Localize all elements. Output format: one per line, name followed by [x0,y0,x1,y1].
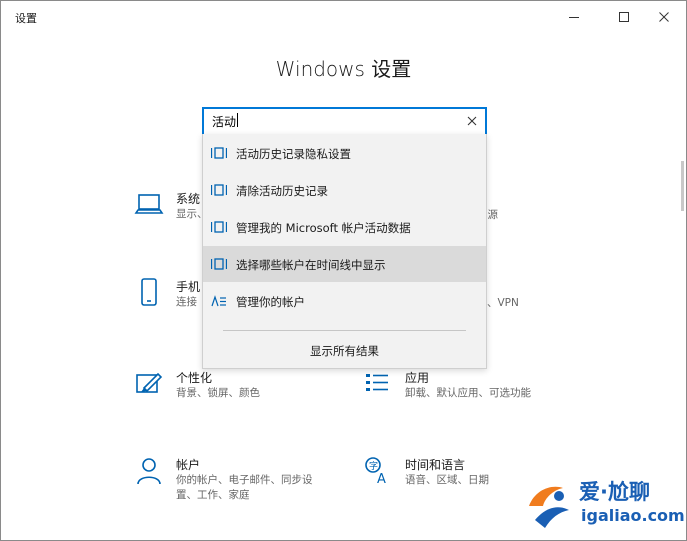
text-caret [237,113,238,127]
person-list-icon [211,295,226,307]
suggestion-item[interactable]: 管理你的帐户 [203,283,486,319]
suggestion-label: 活动历史记录隐私设置 [236,147,351,161]
watermark-logo: 爱·尬聊 igaliao.com [521,474,685,534]
timeline-icon [211,258,227,270]
category-desc: 你的帐户、电子邮件、同步设 [176,474,313,486]
show-all-results-link[interactable]: 显示所有结果 [203,343,486,359]
timeline-icon [211,147,227,159]
category-title: 时间和语言 [405,458,466,472]
minimize-button[interactable] [551,1,597,33]
paint-brush-icon [136,372,163,393]
close-icon [659,12,669,22]
search-box[interactable]: 活动 [202,107,487,136]
search-suggestions: 活动历史记录隐私设置 清除活动历史记录 管理我的 Microsoft 帐户活动数… [202,134,487,369]
category-desc: 连接 [176,296,197,308]
suggestion-item[interactable]: 活动历史记录隐私设置 [203,135,486,171]
category-title: 手机 [176,280,201,294]
watermark-url: igaliao.com [581,506,685,525]
timeline-icon [211,221,227,233]
category-title: 应用 [405,371,430,385]
language-icon: 字 A [365,457,386,486]
category-title: 个性化 [176,371,213,385]
svg-text:字: 字 [369,460,378,472]
clear-icon[interactable] [466,115,478,127]
apps-list-icon [366,374,388,391]
divider [223,330,466,331]
category-title: 帐户 [176,458,201,472]
scrollbar[interactable] [681,161,684,211]
suggestion-item-highlighted[interactable]: 选择哪些帐户在时间线中显示 [203,246,486,282]
suggestion-label: 管理你的帐户 [236,295,305,309]
phone-icon [141,278,157,306]
window-title: 设置 [15,12,37,25]
runner-logo-icon [529,486,569,528]
category-desc: 卸载、默认应用、可选功能 [405,387,531,399]
category-desc: 语音、区域、日期 [405,474,489,486]
svg-text:A: A [377,472,386,486]
maximize-icon [619,12,629,22]
category-title: 系统 [176,192,201,206]
suggestion-label: 选择哪些帐户在时间线中显示 [236,258,386,272]
suggestion-item[interactable]: 管理我的 Microsoft 帐户活动数据 [203,209,486,245]
category-desc-line2: 置、工作、家庭 [176,489,250,501]
close-button[interactable] [641,1,686,33]
page-title: Windows 设置 [275,57,412,81]
laptop-icon [134,194,164,214]
person-icon [137,458,161,485]
search-input[interactable]: 活动 [212,113,236,130]
timeline-icon [211,184,227,196]
suggestion-label: 清除活动历史记录 [236,184,328,198]
category-desc: 背景、锁屏、颜色 [176,387,260,399]
suggestion-label: 管理我的 Microsoft 帐户活动数据 [236,221,411,235]
category-desc-peek: 、VPN [487,297,519,309]
suggestion-item[interactable]: 清除活动历史记录 [203,172,486,208]
title-bar[interactable]: 设置 [1,1,686,33]
watermark-text: 爱·尬聊 [579,480,650,504]
minimize-icon [569,17,579,18]
settings-window: 设置 Windows 设置 系统 显示、 知、电源 手机 连接 、VPN [0,0,687,541]
